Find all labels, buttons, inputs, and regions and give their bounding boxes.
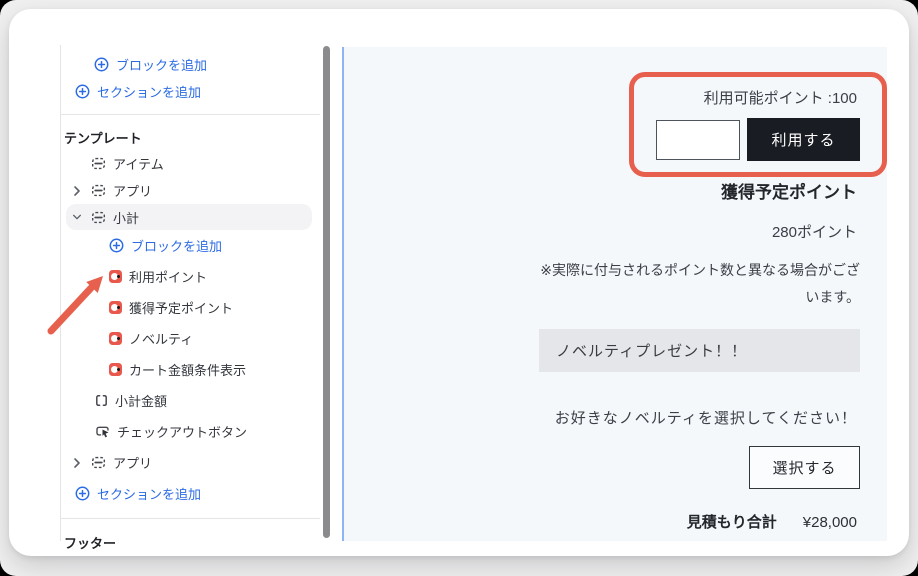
theme-preview-panel: 利用可能ポイント :100 利用する 獲得予定ポイント 280ポイント ※実際に… [342,47,887,541]
sidebar-scrollbar[interactable] [323,46,330,538]
sidebar-item-label: アイテム [113,157,164,172]
section-icon [91,183,106,198]
sidebar-item-item[interactable]: アイテム [60,150,320,177]
novelty-prompt-text: お好きなノベルティを選択してください！ [554,410,857,427]
sidebar-item-label: カート金額条件表示 [129,363,247,378]
novelty-banner: ノベルティプレゼント！！ [539,329,860,372]
sidebar-item-label: 獲得予定ポイント [129,301,234,316]
add-section-label: セクションを追加 [97,85,202,100]
circle-plus-icon [109,238,124,253]
sidebar-item-subtotal[interactable]: 小計 [66,204,312,230]
sidebar-item-app-bottom[interactable]: アプリ [60,447,320,478]
chevron-down-icon[interactable] [72,213,82,221]
sidebar-item-earn-points[interactable]: 獲得予定ポイント [60,292,320,323]
points-input[interactable] [656,120,740,160]
circle-plus-icon [94,57,109,72]
sidebar-item-label: チェックアウトボタン [117,425,248,440]
sidebar-item-checkout-button[interactable]: チェックアウトボタン [60,416,320,447]
add-section-link-top[interactable]: セクションを追加 [60,78,320,105]
section-icon [91,210,106,225]
circle-plus-icon [75,84,90,99]
chevron-right-icon[interactable] [72,457,82,469]
sidebar-divider [60,114,320,115]
sidebar-item-app[interactable]: アプリ [60,177,320,204]
circle-plus-icon [75,486,90,501]
app-block-icon [109,270,122,283]
chevron-right-icon[interactable] [72,185,82,197]
estimate-total-label: 見積もり合計 [686,514,777,531]
sidebar-item-label: アプリ [113,184,153,199]
add-block-label: ブロックを追加 [131,239,223,254]
section-icon [91,156,106,171]
screenshot-canvas: ブロックを追加 セクションを追加 テンプレート アイテム アプリ 小計 ブロック… [0,0,918,576]
sidebar-item-label: ノベルティ [129,332,194,347]
sidebar-item-cart-condition[interactable]: カート金額条件表示 [60,354,320,385]
sidebar-divider [60,518,320,519]
earn-points-value: 280ポイント [771,224,857,241]
app-block-icon [109,363,122,376]
add-block-link-top[interactable]: ブロックを追加 [60,51,320,78]
add-section-label: セクションを追加 [97,487,202,502]
estimate-total-value: ¥28,000 [802,514,857,531]
brackets-icon [95,394,108,407]
points-note-text: ※実際に付与されるポイント数と異なる場合がございます。 [540,262,860,306]
novelty-banner-label: ノベルティプレゼント！！ [556,343,748,360]
add-block-label: ブロックを追加 [116,58,208,73]
editor-window: ブロックを追加 セクションを追加 テンプレート アイテム アプリ 小計 ブロック… [9,9,909,556]
checkout-button-icon [95,425,110,439]
sidebar-item-label: アプリ [113,456,153,471]
sidebar-item-label: 利用ポイント [129,270,208,285]
layer-tree-sidebar: ブロックを追加 セクションを追加 テンプレート アイテム アプリ 小計 ブロック… [60,43,320,556]
select-novelty-button[interactable]: 選択する [749,446,860,489]
sidebar-item-use-points[interactable]: 利用ポイント [60,261,320,292]
section-icon [91,455,106,470]
sidebar-item-novelty[interactable]: ノベルティ [60,323,320,354]
available-points-text: 利用可能ポイント :100 [703,90,857,107]
sidebar-item-label: 小計金額 [115,394,168,409]
app-block-icon [109,332,122,345]
use-points-button[interactable]: 利用する [747,118,860,161]
template-section-header: テンプレート [64,130,142,146]
sidebar-item-subtotal-amount[interactable]: 小計金額 [60,385,320,416]
sidebar-item-label: 小計 [113,210,140,226]
add-block-link-subtotal[interactable]: ブロックを追加 [60,230,320,261]
app-block-icon [109,301,122,314]
estimate-total-row: 見積もり合計 ¥28,000 [687,511,857,532]
footer-section-header: フッター [64,535,117,551]
earn-points-title: 獲得予定ポイント [721,183,857,202]
add-section-link-bottom[interactable]: セクションを追加 [60,478,320,509]
